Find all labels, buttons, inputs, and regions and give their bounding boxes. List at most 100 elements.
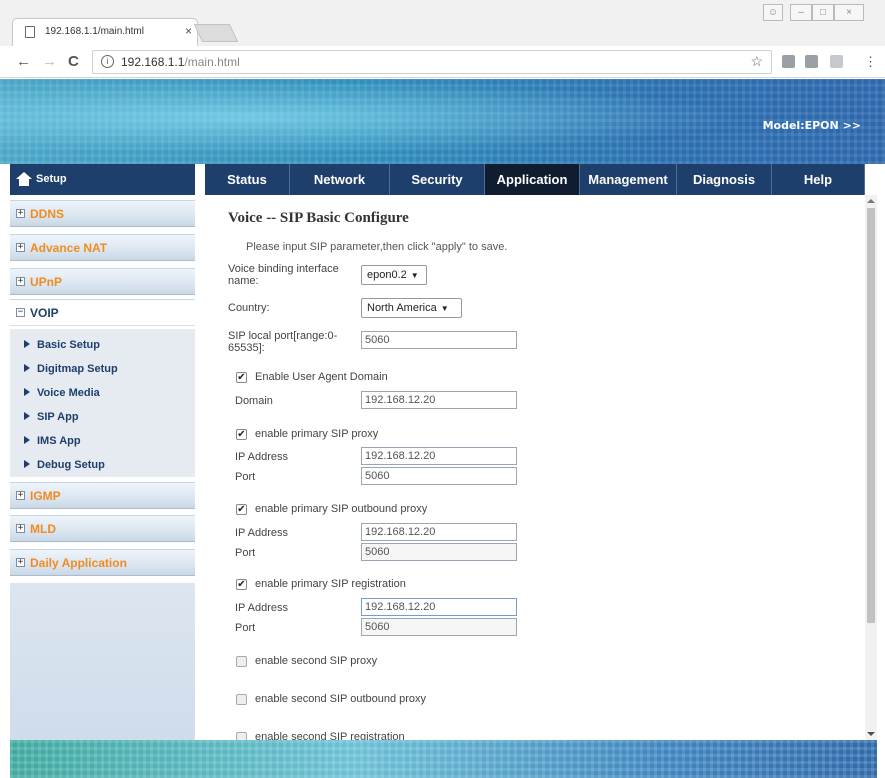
tab-diagnosis[interactable]: Diagnosis — [677, 164, 772, 195]
browser-tab[interactable]: 192.168.1.1/main.html × — [12, 18, 198, 46]
home-icon — [16, 172, 32, 186]
label-line: SIP local port[range:0- — [228, 330, 338, 342]
setup-header[interactable]: Setup — [10, 164, 195, 195]
expand-icon[interactable]: + — [16, 277, 25, 286]
main-content: Voice -- SIP Basic Configure Please inpu… — [205, 195, 865, 740]
enable-primary-outbound-checkbox[interactable]: ✔ — [236, 504, 247, 515]
model-label[interactable]: Model:EPON >> — [763, 119, 861, 132]
submenu-basic-setup[interactable]: Basic Setup — [24, 339, 100, 351]
sidebar-item-label: VOIP — [30, 306, 59, 320]
proxy-ip-input[interactable]: 192.168.12.20 — [361, 447, 517, 465]
scroll-thumb[interactable] — [867, 208, 875, 623]
sidebar-filler — [10, 583, 195, 740]
enable-primary-registration-label: enable primary SIP registration — [255, 578, 406, 590]
voip-submenu: Basic Setup Digitmap Setup Voice Media S… — [10, 329, 195, 477]
footer-banner — [10, 740, 877, 778]
tab-security[interactable]: Security — [390, 164, 485, 195]
address-bar: ← → C i 192.168.1.1/main.html ☆ ⋮ — [0, 46, 885, 78]
sidebar-item-ddns[interactable]: + DDNS — [10, 200, 195, 227]
outbound-port-label: Port — [235, 547, 256, 559]
forward-icon[interactable]: → — [42, 53, 57, 70]
scroll-down-icon[interactable] — [867, 732, 875, 736]
voice-binding-select[interactable]: epon0.2 ▼ — [361, 265, 427, 285]
enable-second-proxy-label: enable second SIP proxy — [255, 655, 378, 667]
sidebar-item-label: DDNS — [30, 207, 65, 221]
browser-menu-icon[interactable]: ⋮ — [864, 54, 877, 70]
expand-icon[interactable]: + — [16, 558, 25, 567]
triangle-right-icon — [24, 388, 30, 396]
collapse-icon[interactable]: − — [16, 308, 25, 317]
tab-status[interactable]: Status — [205, 164, 290, 195]
enable-uad-checkbox[interactable]: ✔ — [236, 372, 247, 383]
registration-port-input[interactable]: 5060 — [361, 618, 517, 636]
extension-icon[interactable] — [782, 55, 795, 68]
label-line: Voice binding interface — [228, 263, 339, 275]
country-label: Country: — [228, 302, 270, 314]
reload-icon[interactable]: C — [68, 53, 79, 70]
voice-binding-label: Voice binding interface name: — [228, 263, 339, 287]
country-select[interactable]: North America ▼ — [361, 298, 462, 318]
setup-label: Setup — [36, 173, 67, 185]
enable-primary-registration-checkbox[interactable]: ✔ — [236, 579, 247, 590]
submenu-ims-app[interactable]: IMS App — [24, 435, 81, 447]
submenu-label: Voice Media — [37, 387, 100, 399]
user-icon[interactable]: ☺ — [763, 4, 783, 21]
sidebar-item-igmp[interactable]: + IGMP — [10, 482, 195, 509]
url-host: 192.168.1.1 — [121, 55, 185, 69]
extension-icon[interactable] — [830, 55, 843, 68]
submenu-sip-app[interactable]: SIP App — [24, 411, 79, 423]
sidebar-item-daily-application[interactable]: + Daily Application — [10, 549, 195, 576]
expand-icon[interactable]: + — [16, 491, 25, 500]
submenu-digitmap-setup[interactable]: Digitmap Setup — [24, 363, 118, 375]
minimize-icon[interactable]: – — [790, 4, 812, 21]
form-hint: Please input SIP parameter,then click "a… — [246, 241, 508, 253]
sidebar-item-mld[interactable]: + MLD — [10, 515, 195, 542]
window-close-icon[interactable]: × — [834, 4, 864, 21]
outbound-ip-input[interactable]: 192.168.12.20 — [361, 523, 517, 541]
outbound-port-input[interactable]: 5060 — [361, 543, 517, 561]
submenu-debug-setup[interactable]: Debug Setup — [24, 459, 105, 471]
sidebar-item-advance-nat[interactable]: + Advance NAT — [10, 234, 195, 261]
sidebar-item-upnp[interactable]: + UPnP — [10, 268, 195, 295]
browser-tab-bar: 192.168.1.1/main.html × ☺ – □ × — [0, 0, 885, 46]
sidebar-item-voip[interactable]: − VOIP — [10, 299, 195, 326]
bookmark-star-icon[interactable]: ☆ — [750, 53, 763, 70]
expand-icon[interactable]: + — [16, 524, 25, 533]
sidebar-item-label: IGMP — [30, 489, 61, 503]
tab-help[interactable]: Help — [772, 164, 865, 195]
enable-second-outbound-checkbox[interactable] — [236, 694, 247, 705]
registration-ip-input[interactable]: 192.168.12.20 — [361, 598, 517, 616]
main-menu-bar: Setup Status Network Security Applicatio… — [0, 164, 885, 195]
tab-management[interactable]: Management — [580, 164, 677, 195]
tab-title: 192.168.1.1/main.html — [45, 26, 144, 37]
tab-network[interactable]: Network — [290, 164, 390, 195]
triangle-right-icon — [24, 364, 30, 372]
sidebar-item-label: Advance NAT — [30, 241, 108, 255]
submenu-label: Digitmap Setup — [37, 363, 118, 375]
enable-second-registration-checkbox[interactable] — [236, 732, 247, 740]
enable-second-proxy-checkbox[interactable] — [236, 656, 247, 667]
submenu-label: IMS App — [37, 435, 81, 447]
submenu-label: Debug Setup — [37, 459, 105, 471]
info-icon[interactable]: i — [101, 55, 114, 68]
dropdown-arrow-icon: ▼ — [410, 271, 419, 280]
new-tab-button[interactable] — [193, 24, 239, 42]
content-scrollbar[interactable] — [865, 195, 877, 740]
scroll-up-icon[interactable] — [867, 199, 875, 203]
tab-close-icon[interactable]: × — [185, 24, 192, 38]
submenu-voice-media[interactable]: Voice Media — [24, 387, 100, 399]
back-icon[interactable]: ← — [16, 53, 31, 70]
label-line: 65535]: — [228, 342, 265, 354]
nav-tabs: Status Network Security Application Mana… — [205, 164, 865, 195]
maximize-icon[interactable]: □ — [812, 4, 834, 21]
proxy-port-input[interactable]: 5060 — [361, 467, 517, 485]
expand-icon[interactable]: + — [16, 243, 25, 252]
sidebar: + DDNS + Advance NAT + UPnP − VOIP Basic… — [10, 195, 195, 740]
enable-primary-proxy-checkbox[interactable]: ✔ — [236, 429, 247, 440]
tab-application[interactable]: Application — [485, 164, 580, 195]
expand-icon[interactable]: + — [16, 209, 25, 218]
domain-input[interactable]: 192.168.12.20 — [361, 391, 517, 409]
sip-local-port-input[interactable]: 5060 — [361, 331, 517, 349]
extension-icon[interactable] — [805, 55, 818, 68]
url-input[interactable]: i 192.168.1.1/main.html ☆ — [92, 50, 772, 74]
